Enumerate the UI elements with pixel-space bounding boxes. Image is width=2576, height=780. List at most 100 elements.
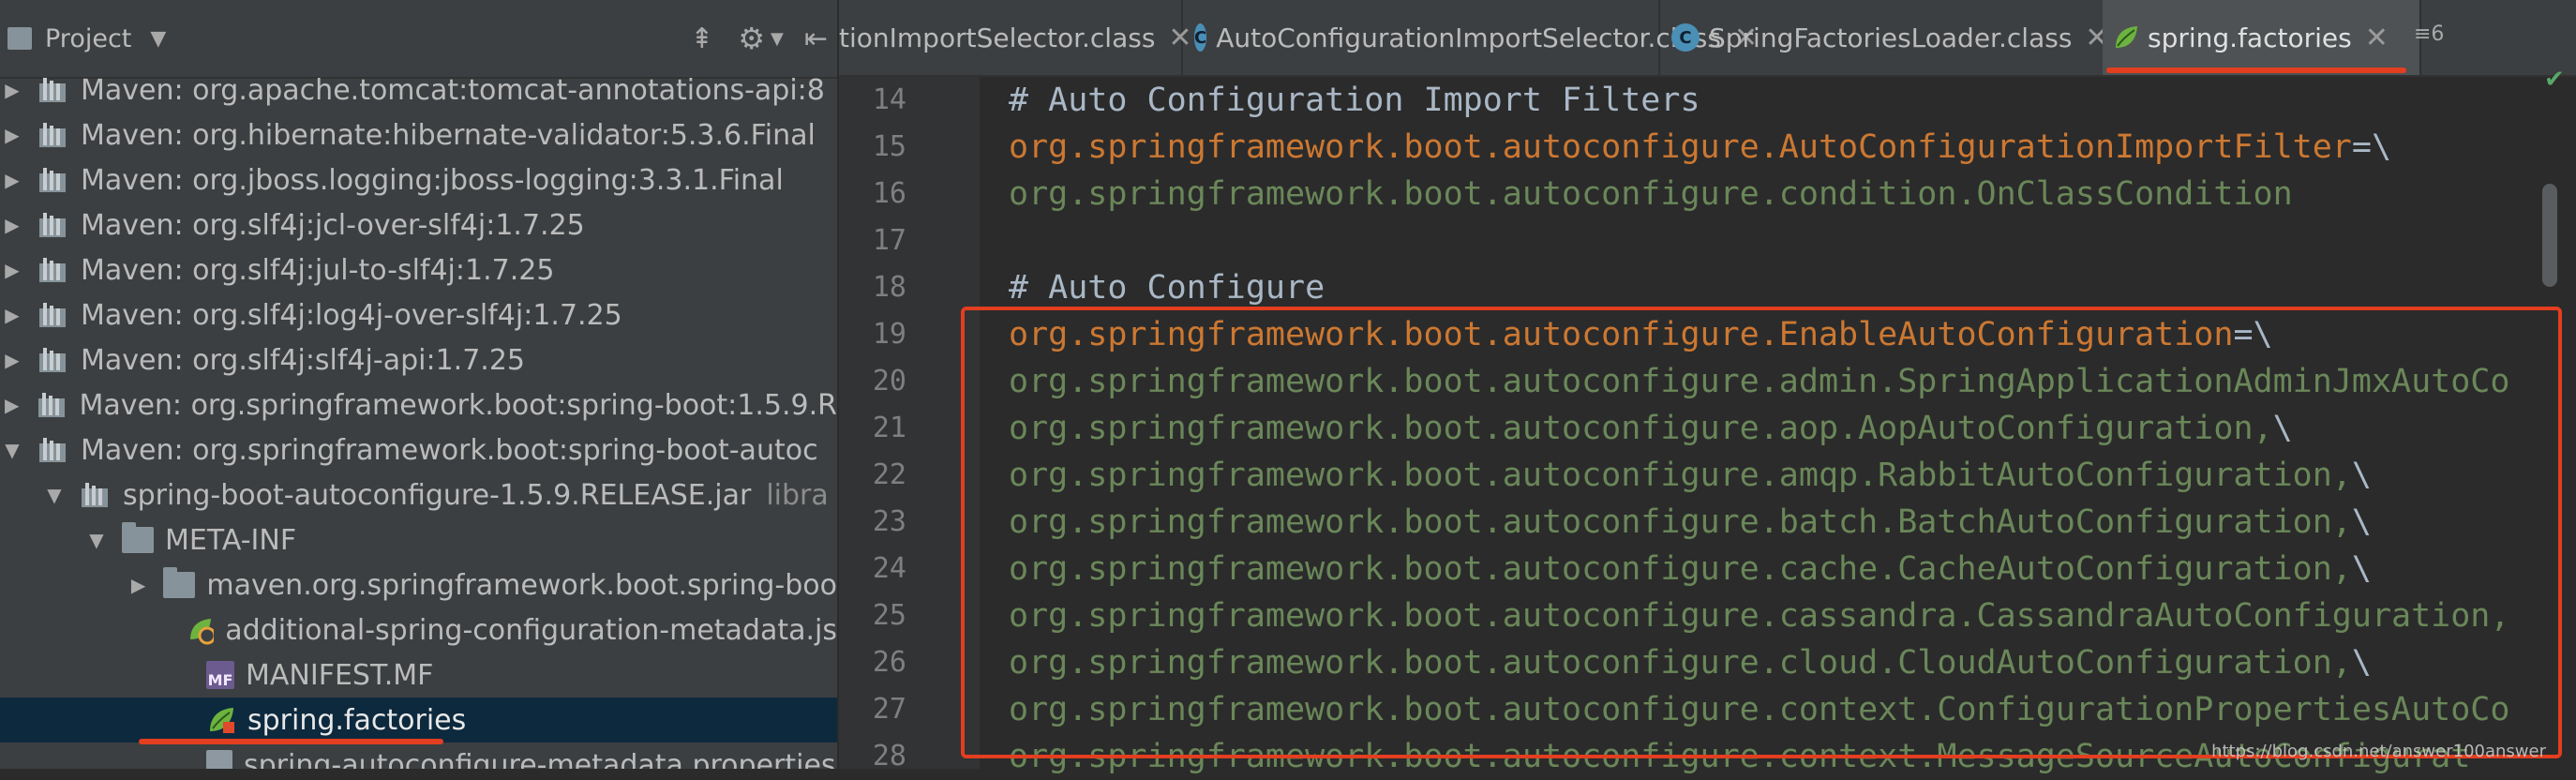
tab-label: AutoConfigurationImportSelector.class — [1216, 22, 1721, 53]
expand-arrow-icon[interactable]: ▼ — [44, 484, 65, 506]
line-number: 23 — [872, 505, 906, 538]
property-key: org.springframework.boot.autoconfigure.A… — [1009, 128, 2352, 166]
code-line[interactable]: # Auto Configure — [1009, 264, 1325, 311]
tree-item[interactable]: ▶ Maven: org.slf4j:slf4j-api:1.7.25 — [0, 338, 837, 382]
line-number: 14 — [872, 83, 906, 116]
jar-icon — [39, 213, 66, 237]
tree-item[interactable]: ▶ maven.org.springframework.boot.spring-b… — [0, 562, 837, 608]
tree-item[interactable]: ▶ Maven: org.slf4j:log4j-over-slf4j:1.7.2… — [0, 292, 837, 338]
tree-item-label: maven.org.springframework.boot.spring-bo… — [206, 568, 837, 602]
jar-icon — [39, 78, 66, 102]
editor-scrollbar[interactable] — [2542, 184, 2557, 287]
line-number: 16 — [872, 177, 906, 210]
code-line[interactable]: org.springframework.boot.autoconfigure.A… — [1009, 124, 2391, 171]
tree-item-label: spring.factories — [247, 703, 467, 737]
tree-item-label: spring-boot-autoconfigure-1.5.9.RELEASE.… — [123, 478, 752, 512]
properties-icon — [206, 750, 232, 769]
operator: =\ — [2351, 128, 2392, 166]
jar-icon — [39, 123, 66, 147]
tree-item[interactable]: ▶ Maven: org.springframework.boot:spring-… — [0, 382, 837, 428]
tree-item-label: Maven: org.apache.tomcat:tomcat-annotati… — [81, 73, 825, 107]
manifest-icon: MF — [206, 661, 234, 689]
spring-leaf-icon — [210, 708, 234, 733]
tree-item-label: Maven: org.slf4j:jul-to-slf4j:1.7.25 — [81, 253, 555, 287]
line-number: 17 — [872, 224, 906, 257]
tree-item[interactable]: spring-autoconfigure-metadata.properties — [0, 742, 837, 769]
comment: # Auto Configure — [1009, 269, 1325, 307]
jar-icon — [39, 168, 66, 192]
tree-item-label: spring-autoconfigure-metadata.properties — [244, 748, 836, 770]
collapse-arrow-icon[interactable]: ▶ — [2, 79, 22, 101]
tree-item-label: MANIFEST.MF — [246, 658, 434, 692]
tree-item-label: additional-spring-configuration-metadata… — [225, 613, 837, 647]
settings-dropdown-icon[interactable]: ▼ — [771, 29, 784, 49]
tree-item[interactable]: ▼ META-INF — [0, 518, 837, 562]
line-number: 19 — [872, 318, 906, 351]
watermark: https://blog.csdn.net/answer100answer — [2211, 742, 2546, 761]
jar-icon — [39, 303, 66, 327]
tab-autoconfiguration-import-selector[interactable]: C AutoConfigurationImportSelector.class … — [1183, 0, 1758, 75]
project-panel-title: Project — [45, 23, 132, 53]
annotation-highlight-box — [961, 307, 2562, 758]
tab-import-selector[interactable]: tionImportSelector.class ✕ — [839, 0, 1192, 75]
tree-item[interactable]: MF MANIFEST.MF — [0, 652, 837, 698]
view-dropdown-icon[interactable]: ▼ — [150, 27, 166, 51]
tab-label: tionImportSelector.class — [839, 22, 1156, 53]
tab-overflow-button[interactable]: ≡6 — [2414, 22, 2444, 46]
collapse-arrow-icon[interactable]: ▶ — [2, 394, 22, 416]
hide-panel-icon[interactable]: ⇤ — [804, 22, 828, 55]
collapse-all-icon[interactable]: ⇞ — [690, 22, 713, 55]
line-number: 28 — [872, 740, 906, 772]
tree-item[interactable]: spring.factories — [0, 698, 837, 744]
jar-icon — [39, 438, 66, 462]
tab-spring-factories[interactable]: spring.factories ✕ — [2103, 0, 2421, 75]
comment: # Auto Configuration Import Filters — [1009, 82, 1700, 119]
tree-item-label: Maven: org.jboss.logging:jboss-logging:3… — [81, 163, 784, 197]
class-icon: C — [1671, 23, 1700, 52]
jar-icon — [38, 393, 66, 417]
tree-item[interactable]: ▶ Maven: org.jboss.logging:jboss-logging:… — [0, 158, 837, 202]
line-number: 20 — [872, 365, 906, 398]
check-icon: ✔ — [2544, 66, 2565, 94]
code-line[interactable]: org.springframework.boot.autoconfigure.c… — [1009, 171, 2293, 218]
collapse-arrow-icon[interactable]: ▶ — [2, 124, 22, 146]
folder-icon — [122, 522, 154, 553]
tree-item[interactable]: ▼ spring-boot-autoconfigure-1.5.9.RELEASE… — [0, 472, 837, 518]
active-tab-underline — [2106, 68, 2406, 73]
line-number: 26 — [872, 646, 906, 679]
line-number: 27 — [872, 693, 906, 726]
collapse-arrow-icon[interactable]: ▶ — [2, 259, 22, 281]
collapse-arrow-icon[interactable]: ▶ — [2, 169, 22, 191]
tree-item[interactable]: ▶ Maven: org.slf4j:jul-to-slf4j:1.7.25 — [0, 248, 837, 292]
tree-item[interactable]: ▶ Maven: org.hibernate:hibernate-validato… — [0, 112, 837, 158]
tree-item-location: libra — [766, 478, 829, 512]
line-number: 25 — [872, 599, 906, 632]
json-icon — [190, 619, 215, 645]
jar-icon — [39, 348, 66, 372]
tree-item[interactable]: ▶ Maven: org.apache.tomcat:tomcat-annotat… — [0, 68, 837, 112]
tree-item[interactable]: ▶ Maven: org.slf4j:jcl-over-slf4j:1.7.25 — [0, 202, 837, 248]
code-line[interactable]: # Auto Configuration Import Filters — [1009, 77, 1700, 124]
tree-item-label: META-INF — [165, 523, 297, 557]
tree-item[interactable]: additional-spring-configuration-metadata… — [0, 608, 837, 652]
collapse-arrow-icon[interactable]: ▶ — [2, 304, 22, 326]
collapse-arrow-icon[interactable]: ▶ — [128, 574, 149, 596]
tree-item-label: Maven: org.slf4j:jcl-over-slf4j:1.7.25 — [81, 208, 585, 242]
tree-item-label: Maven: org.slf4j:log4j-over-slf4j:1.7.25 — [81, 298, 622, 332]
tree-item-label: Maven: org.slf4j:slf4j-api:1.7.25 — [81, 343, 525, 377]
line-number: 22 — [872, 458, 906, 491]
expand-arrow-icon[interactable]: ▼ — [86, 529, 107, 551]
tree-item-label: Maven: org.hibernate:hibernate-validator… — [81, 118, 816, 152]
expand-arrow-icon[interactable]: ▼ — [2, 439, 22, 461]
property-value: org.springframework.boot.autoconfigure.c… — [1009, 175, 2293, 213]
jar-icon — [39, 258, 66, 282]
line-number: 24 — [872, 552, 906, 585]
tree-item[interactable]: ▼ Maven: org.springframework.boot:spring-… — [0, 428, 837, 472]
collapse-arrow-icon[interactable]: ▶ — [2, 214, 22, 236]
tree-item-label: Maven: org.springframework.boot:spring-b… — [79, 388, 837, 422]
settings-gear-icon[interactable]: ⚙ — [738, 21, 765, 56]
tab-spring-factories-loader[interactable]: C SpringFactoriesLoader.class ✕ — [1660, 0, 2114, 75]
collapse-arrow-icon[interactable]: ▶ — [2, 349, 22, 371]
tab-label: SpringFactoriesLoader.class — [1709, 22, 2073, 53]
close-tab-icon[interactable]: ✕ — [2365, 22, 2389, 54]
